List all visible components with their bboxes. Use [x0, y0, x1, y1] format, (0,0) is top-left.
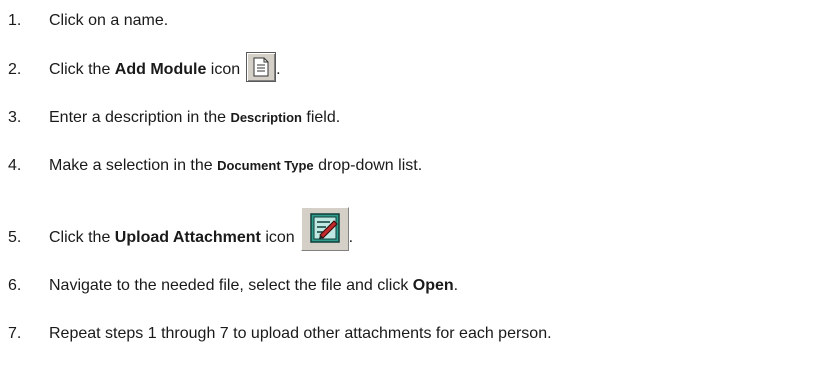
step-number: 5.: [8, 229, 22, 246]
step-text-part: Repeat steps 1 through 7 to upload other…: [49, 325, 552, 342]
step-number: 6.: [8, 277, 22, 294]
document-type-label: Document Type: [217, 158, 314, 173]
step-6: 6. Navigate to the needed file, select t…: [8, 271, 832, 301]
step-text: Make a selection in the Document Type dr…: [49, 151, 422, 181]
step-text-part: Click on a name.: [49, 12, 169, 29]
step-4: 4. Make a selection in the Document Type…: [8, 151, 832, 181]
step-text: Click the Add Module icon: [49, 55, 240, 85]
step-text-part: Navigate to the needed file, select the …: [49, 277, 413, 294]
document-icon: [246, 52, 277, 82]
step-text-part: icon: [206, 61, 241, 78]
step-text-part: Enter a description in the: [49, 109, 231, 126]
edit-attachment-icon: [300, 207, 349, 251]
step-text-part: Make a selection in the: [49, 157, 218, 174]
step-5: 5. Click the Upload Attachment icon .: [8, 207, 832, 253]
instruction-list: 1. Click on a name. 2. Click the Add Mod…: [0, 0, 832, 373]
step-text: Repeat steps 1 through 7 to upload other…: [49, 319, 552, 349]
step-text-part: .: [453, 277, 459, 294]
upload-attachment-label: Upload Attachment: [114, 229, 261, 246]
step-number: 2.: [8, 61, 22, 78]
step-number: 4.: [8, 157, 22, 174]
step-text-part: icon: [260, 229, 295, 246]
step-text-end: .: [348, 229, 354, 246]
step-text-part: Click the: [49, 229, 115, 246]
description-label: Description: [230, 110, 302, 125]
step-text: Navigate to the needed file, select the …: [49, 271, 458, 301]
step-text-part: drop-down list.: [313, 157, 423, 174]
step-text: Click on a name.: [49, 6, 168, 36]
step-text: Click the Upload Attachment icon: [49, 223, 295, 253]
step-number: 7.: [8, 325, 22, 342]
step-number: 3.: [8, 109, 22, 126]
step-3: 3. Enter a description in the Descriptio…: [8, 103, 832, 133]
step-1: 1. Click on a name.: [8, 6, 832, 36]
step-text-part: Click the: [49, 61, 115, 78]
open-label: Open: [412, 277, 454, 294]
step-number: 1.: [8, 12, 22, 29]
step-text-end: .: [276, 61, 281, 78]
step-text-part: field.: [301, 109, 341, 126]
step-7: 7. Repeat steps 1 through 7 to upload ot…: [8, 319, 832, 349]
step-text: Enter a description in the Description f…: [49, 103, 340, 133]
step-2: 2. Click the Add Module icon .: [8, 52, 832, 85]
add-module-label: Add Module: [114, 61, 207, 78]
